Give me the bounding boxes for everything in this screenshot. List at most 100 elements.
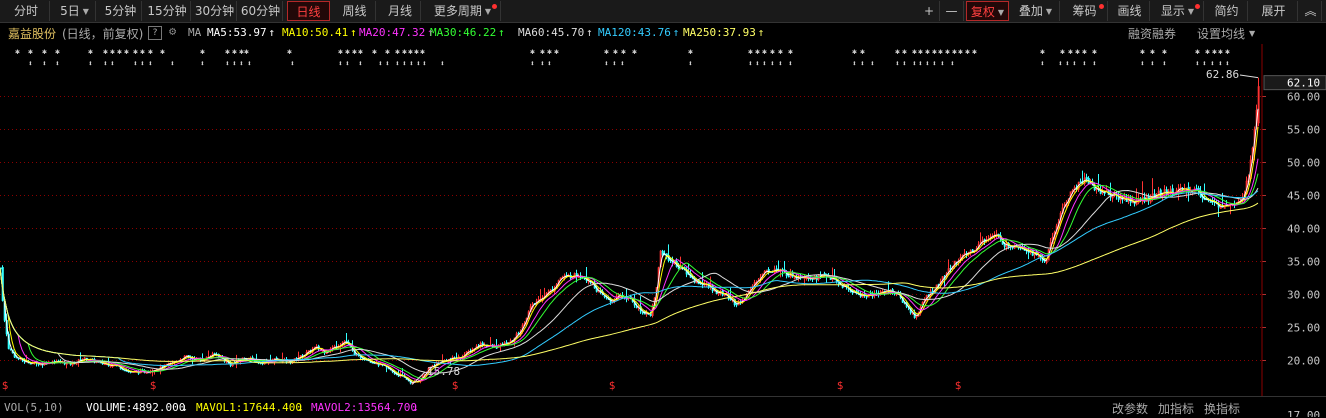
event-marker: ⬍ — [103, 59, 108, 68]
event-marker: ✱ — [395, 47, 400, 56]
event-marker: ⬍ — [950, 59, 955, 68]
double-chevron-up-icon[interactable]: ︽ — [1300, 1, 1322, 21]
chevron-down-icon[interactable]: ▼ — [1249, 29, 1255, 38]
chevron-down-icon: ▼ — [82, 6, 89, 16]
event-marker: ✱ — [895, 47, 900, 56]
zoom-in-button[interactable]: + — [919, 1, 940, 21]
event-marker: ⬍ — [409, 59, 414, 68]
stock-name: 嘉益股份 — [8, 27, 57, 41]
chip-button[interactable]: 筹码 — [1062, 1, 1108, 21]
event-marker: ⬍ — [290, 59, 295, 68]
event-marker: ⬍ — [148, 59, 153, 68]
event-marker: ⬍ — [88, 59, 93, 68]
expand-button[interactable]: 展开 — [1250, 1, 1298, 21]
event-marker: ⬍ — [1202, 59, 1207, 68]
event-marker: ⬍ — [140, 59, 145, 68]
event-marker: ✱ — [912, 47, 917, 56]
ma-value-4: MA60:45.70 — [518, 26, 585, 39]
event-marker: ✱ — [965, 47, 970, 56]
event-marker: ⬍ — [200, 59, 205, 68]
event-marker: ✱ — [244, 47, 249, 56]
tab-daily[interactable]: 日线 — [287, 1, 330, 21]
event-marker: ✱ — [1212, 47, 1217, 56]
event-marker: ✱ — [1162, 47, 1167, 56]
event-marker: ✱ — [42, 47, 47, 56]
dividend-marker: $ — [609, 379, 616, 392]
dividend-marker: $ — [837, 379, 844, 392]
event-marker: ⬍ — [416, 59, 421, 68]
candle[interactable] — [1159, 188, 1162, 197]
overlay-button[interactable]: 叠加 ▼ — [1012, 1, 1060, 21]
candle-body — [1003, 244, 1006, 247]
draw-line-button[interactable]: 画线 — [1110, 1, 1150, 21]
event-marker: ⬍ — [912, 59, 917, 68]
event-marker: ⬍ — [239, 59, 244, 68]
event-marker: ✱ — [958, 47, 963, 56]
switch-indicator-button[interactable]: 换指标 — [1204, 400, 1240, 417]
event-marker: ✱ — [1150, 47, 1155, 56]
event-marker: ✱ — [554, 47, 559, 56]
event-marker: ✱ — [547, 47, 552, 56]
event-marker: ⬍ — [1082, 59, 1087, 68]
tab-60min[interactable]: 60分钟 — [239, 1, 283, 21]
ma-value-2: MA20:47.32 — [359, 26, 426, 39]
tab-intraday[interactable]: 分时 — [3, 1, 50, 21]
volume-indicator-bar: VOL(5,10) VOLUME:4892.000 ↓ MAVOL1:17644… — [0, 396, 1326, 418]
tab-more-periods[interactable]: 更多周期 ▼ — [425, 1, 501, 21]
display-button[interactable]: 显示 ▼ — [1152, 1, 1204, 21]
kline-chart[interactable]: 20.00 25.00 30.00 35.00 40.00 45.00 50.00 55.00… — [0, 0, 1326, 417]
dividend-marker: $ — [452, 379, 459, 392]
dividend-marker: $ — [150, 379, 157, 392]
help-icon[interactable]: ? — [148, 26, 162, 40]
chart-background — [0, 0, 1326, 417]
event-marker: ✱ — [938, 47, 943, 56]
tab-15min[interactable]: 15分钟 — [144, 1, 191, 21]
arrow-down-icon: ↓ — [181, 401, 188, 414]
tab-monthly[interactable]: 月线 — [380, 1, 421, 21]
event-marker: ✱ — [287, 47, 292, 56]
event-marker: ✱ — [402, 47, 407, 56]
event-marker: ⬍ — [770, 59, 775, 68]
tab-30min[interactable]: 30分钟 — [193, 1, 237, 21]
ma-value-3: MA30:46.22 — [430, 26, 497, 39]
arrow-up-icon: ↑ — [268, 26, 276, 39]
ma-label: MA — [188, 26, 202, 39]
arrow-up-icon: ↑ — [498, 26, 505, 39]
edit-params-button[interactable]: 改参数 — [1112, 400, 1148, 417]
tab-weekly[interactable]: 周线 — [334, 1, 376, 21]
tab-5min[interactable]: 5分钟 — [100, 1, 142, 21]
y-tick-label: 30.00 — [1287, 289, 1320, 302]
event-marker: ✱ — [1218, 47, 1223, 56]
set-ma-button[interactable]: 设置均线 — [1197, 25, 1245, 42]
event-marker: ✱ — [1075, 47, 1080, 56]
event-marker: ⬍ — [133, 59, 138, 68]
event-marker: ⬍ — [902, 59, 907, 68]
tab-5day[interactable]: 5日 ▼ — [54, 1, 96, 21]
candle-body — [1079, 181, 1082, 183]
event-marker: ✱ — [225, 47, 230, 56]
gear-icon[interactable]: ⚙ — [169, 24, 176, 38]
simple-button[interactable]: 简约 — [1206, 1, 1248, 21]
event-marker: ⬍ — [345, 59, 350, 68]
y-tick-label: 45.00 — [1287, 190, 1320, 203]
mavol2-value: MAVOL2:13564.700 — [311, 401, 417, 414]
event-marker: ✱ — [28, 47, 33, 56]
y-tick-label: 35.00 — [1287, 256, 1320, 269]
period-label: (日线，前复权) — [62, 27, 144, 41]
event-marker: ⬍ — [422, 59, 427, 68]
event-marker: ⬍ — [688, 59, 693, 68]
event-marker: ✱ — [414, 47, 419, 56]
chevron-down-icon: ▼ — [997, 7, 1005, 17]
event-marker: ✱ — [762, 47, 767, 56]
event-marker: ✱ — [788, 47, 793, 56]
event-marker: ✱ — [540, 47, 545, 56]
margin-trading-button[interactable]: 融资融券 — [1128, 25, 1176, 42]
y-tick-label: 50.00 — [1287, 157, 1320, 170]
event-marker: ⬍ — [895, 59, 900, 68]
zoom-out-button[interactable]: — — [940, 1, 964, 21]
event-marker: ✱ — [140, 47, 145, 56]
chevron-down-icon: ▼ — [484, 6, 492, 16]
adjust-button[interactable]: 复权 ▼ — [966, 1, 1009, 21]
y-tick-label: 20.00 — [1287, 355, 1320, 368]
add-indicator-button[interactable]: 加指标 — [1158, 400, 1194, 417]
